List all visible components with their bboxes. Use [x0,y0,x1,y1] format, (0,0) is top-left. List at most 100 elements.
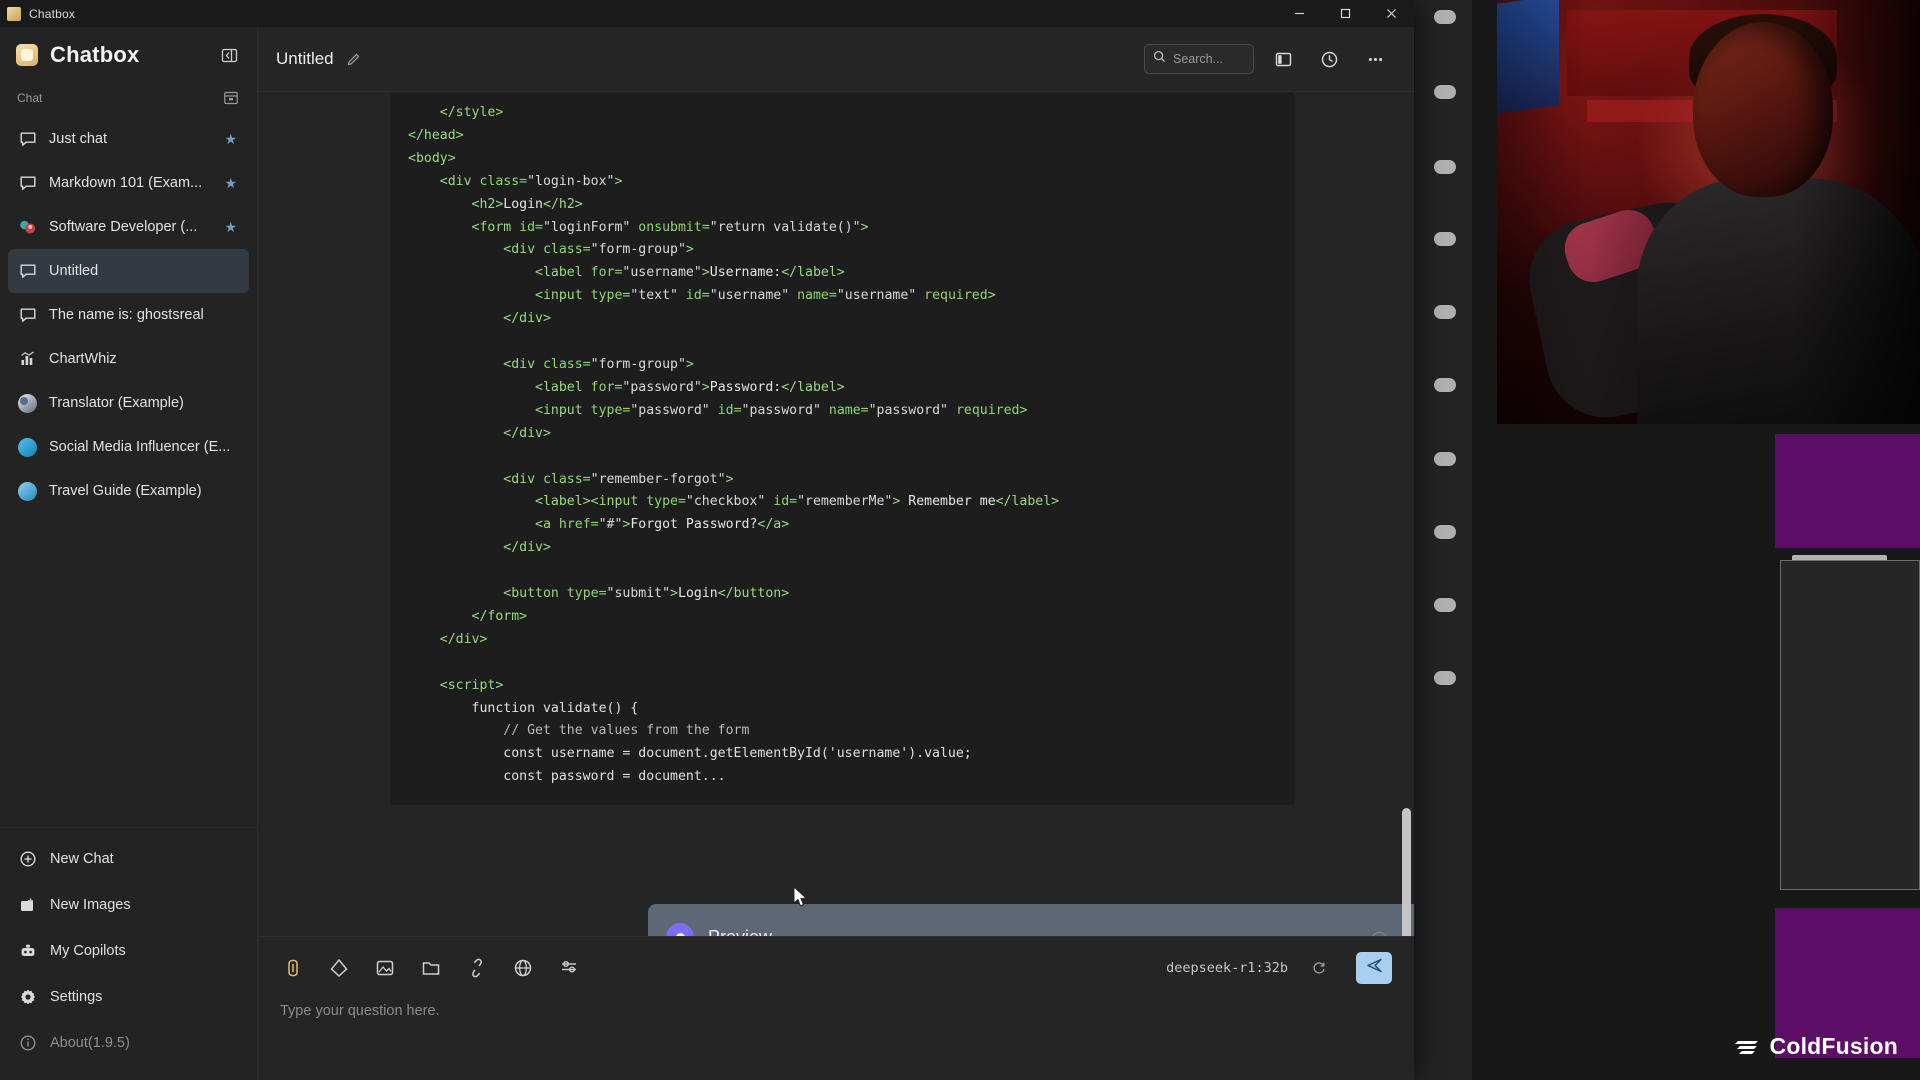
sidebar-action-new-chat[interactable]: New Chat [8,836,249,882]
plus-circle-icon [18,850,37,869]
background-strip-marker [1434,598,1456,612]
more-horizontal-icon[interactable] [1358,42,1392,76]
history-clock-icon[interactable] [1312,42,1346,76]
sidebar-item-label: Software Developer (... [49,219,198,235]
tune-icon[interactable] [556,955,582,981]
image-plus-icon [18,896,37,915]
code-line: </head> [408,127,464,143]
code-content: </style> </head> <body> <div class="logi… [390,102,1295,789]
composer-toolbar: deepseek-r1:32b [280,951,1392,985]
background-strip-marker [1434,160,1456,174]
sidebar-item-just-chat[interactable]: Just chat ★ [8,117,249,161]
preview-play-icon [666,923,694,936]
chat-bubble-icon [18,174,37,193]
coldfusion-logo-icon [1734,1040,1758,1054]
globe-avatar-icon [18,393,37,413]
background-strip-marker [1434,378,1456,392]
main-header: Untitled Search... [258,27,1414,92]
code-line: </style> [439,105,504,120]
link-icon[interactable] [464,955,490,981]
image-icon[interactable] [372,955,398,981]
code-line: <a href="#">Forgot Password?</a> [535,517,790,533]
close-icon[interactable] [1368,0,1414,27]
sidebar-item-untitled[interactable]: Untitled [8,249,249,293]
code-line: </div> [503,540,551,556]
panel-collapse-icon[interactable] [220,46,239,65]
sidebar-item-the-name-is-ghostsreal[interactable]: The name is: ghostsreal [8,293,249,337]
model-selector-label[interactable]: deepseek-r1:32b [1166,960,1288,976]
code-line: <form id="loginForm" onsubmit="return va… [471,219,869,235]
sidebar-action-label: My Copilots [50,943,126,959]
chat-group-label: Chat [17,91,43,105]
chart-icon [18,350,37,369]
sidebar-action-my-copilots[interactable]: My Copilots [8,928,249,974]
code-line: <label for="username">Username:</label> [535,265,845,281]
sidebar-item-translator-example[interactable]: Translator (Example) [8,381,249,425]
webcam-overlay [1497,0,1920,424]
sidebar-item-label: Just chat [49,131,108,147]
message-scrollbar[interactable] [1402,808,1411,936]
background-strip-marker [1434,232,1456,246]
globe-icon[interactable] [510,955,536,981]
eraser-icon[interactable] [326,955,352,981]
maximize-icon[interactable] [1322,0,1368,27]
search-placeholder: Search... [1173,52,1224,66]
composer: deepseek-r1:32b Type your question here. [258,936,1414,1080]
code-line: <input type="text" id="username" name="u… [535,288,996,304]
code-line: function validate() { [471,700,639,716]
background-dark-card [1780,560,1920,890]
sidebar-item-chartwhiz[interactable]: ChartWhiz [8,337,249,381]
code-line: <div class="form-group"> [503,356,694,372]
sidebar-action-label: Settings [50,989,103,1005]
minimize-icon[interactable] [1276,0,1322,27]
coldfusion-watermark: ColdFusion [1734,1033,1898,1060]
twitter-avatar-icon [18,437,37,457]
code-line: </div> [439,631,488,647]
search-input[interactable]: Search... [1144,44,1254,74]
sidebar-item-travel-guide-example[interactable]: Travel Guide (Example) [8,469,249,513]
folder-icon[interactable] [418,955,444,981]
attachment-icon[interactable] [280,955,306,981]
sidebar-item-label: Travel Guide (Example) [49,483,202,499]
chat-bubble-icon [18,306,37,325]
background-strip-marker [1434,671,1456,685]
split-panel-icon[interactable] [1266,42,1300,76]
sidebar-item-social-media-influencer-e[interactable]: Social Media Influencer (E... [8,425,249,469]
archive-icon[interactable] [223,90,239,106]
pencil-icon[interactable] [346,52,361,67]
star-icon[interactable]: ★ [224,131,237,148]
code-line: </div> [503,311,551,327]
code-line: <div class="remember-forgot"> [503,471,734,487]
star-icon[interactable]: ★ [224,175,237,192]
star-icon[interactable]: ★ [224,219,237,236]
sidebar-actions: New Chat New Images My Copilots Settings Abo… [0,827,257,1080]
code-line: </form> [471,608,528,624]
sidebar-action-label: About(1.9.5) [50,1035,130,1051]
sidebar-item-label: Markdown 101 (Exam... [49,175,203,191]
chatbox-window: Chatbox Chatbox Chat Just chat ★ Markdow… [0,0,1414,1080]
chat-bubble-icon [18,130,37,149]
travel-avatar-icon [18,481,37,501]
sidebar-chat-group-header: Chat [0,83,257,113]
sidebar-item-markdown-101-exam[interactable]: Markdown 101 (Exam... ★ [8,161,249,205]
main-panel: Untitled Search... </style> </head> <bod… [258,27,1414,1080]
robot-icon [18,942,37,961]
refresh-icon[interactable] [1312,961,1326,975]
background-strip-marker [1434,10,1456,24]
assistant-code-block: </style> </head> <body> <div class="logi… [390,92,1295,806]
composer-placeholder[interactable]: Type your question here. [280,1003,1392,1019]
sidebar-action-settings[interactable]: Settings [8,974,249,1020]
page-title: Untitled [276,49,334,68]
send-button[interactable] [1356,952,1392,984]
sidebar-item-label: The name is: ghostsreal [49,307,204,323]
sidebar-item-label: Social Media Influencer (E... [49,439,231,455]
background-strip-marker [1434,85,1456,99]
sidebar-action-about-1-9-5[interactable]: About(1.9.5) [8,1020,249,1066]
sidebar-action-new-images[interactable]: New Images [8,882,249,928]
preview-bar[interactable]: Preview [648,904,1414,936]
code-line: <div class="login-box"> [439,173,623,189]
code-line: <button type="submit">Login</button> [503,586,790,602]
sidebar-item-software-developer[interactable]: Software Developer (... ★ [8,205,249,249]
chat-bubble-icon [18,262,37,281]
background-purple-panel-top [1775,434,1920,548]
